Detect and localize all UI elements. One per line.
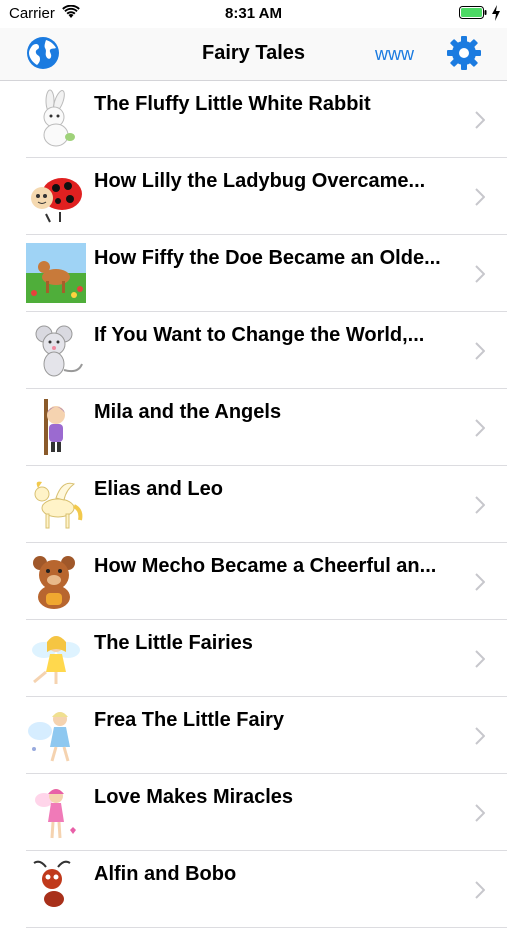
list-item[interactable]: Elias and Leo: [26, 466, 507, 543]
story-title: The Little Fairies: [94, 632, 253, 654]
fairy-pink-icon: [35, 789, 76, 839]
story-title: Frea The Little Fairy: [94, 709, 285, 731]
globe-icon[interactable]: [26, 36, 60, 70]
ant-icon: [33, 860, 71, 907]
bear-icon: [33, 556, 75, 609]
pegasus-icon: [34, 481, 83, 529]
chevron-right-icon: [475, 342, 485, 360]
chevron-right-icon: [475, 265, 485, 283]
rabbit-icon: [43, 89, 75, 147]
story-title: Elias and Leo: [94, 478, 223, 500]
list-item[interactable]: The Little Fairies: [26, 620, 507, 697]
story-list: The Fluffy Little White Rabbit How Lilly…: [0, 81, 507, 928]
list-item[interactable]: The Fluffy Little White Rabbit: [26, 81, 507, 158]
fairy-icon: [32, 636, 80, 684]
story-title: How Mecho Became a Cheerful an...: [94, 555, 437, 577]
story-title: Love Makes Miracles: [94, 786, 293, 808]
story-title: If You Want to Change the World,...: [94, 324, 425, 346]
story-title: The Fluffy Little White Rabbit: [94, 93, 371, 115]
page-title: Fairy Tales: [201, 42, 306, 64]
doe-icon: [26, 243, 86, 303]
chevron-right-icon: [475, 188, 485, 206]
chevron-right-icon: [475, 111, 485, 129]
chevron-right-icon: [475, 727, 485, 745]
list-item[interactable]: Love Makes Miracles: [26, 774, 507, 851]
chevron-right-icon: [475, 573, 485, 591]
ladybug-icon: [31, 178, 82, 223]
gear-icon[interactable]: [446, 35, 482, 71]
list-item[interactable]: How Mecho Became a Cheerful an...: [26, 543, 507, 620]
list-item[interactable]: Mila and the Angels: [26, 389, 507, 466]
website-link[interactable]: www: [375, 44, 414, 65]
list-item[interactable]: If You Want to Change the World,...: [26, 312, 507, 389]
chevron-right-icon: [475, 881, 485, 899]
list-item[interactable]: How Fiffy the Doe Became an Olde...: [26, 235, 507, 312]
list-item[interactable]: Frea The Little Fairy: [26, 697, 507, 774]
story-title: Mila and the Angels: [94, 401, 282, 423]
story-title: How Fiffy the Doe Became an Olde...: [94, 247, 441, 269]
story-title: How Lilly the Ladybug Overcame...: [94, 170, 426, 192]
navigation-bar: Fairy Tales www: [0, 28, 507, 81]
status-bar: Carrier 8:31 AM: [0, 0, 507, 28]
story-title: Alfin and Bobo: [94, 863, 237, 885]
chevron-right-icon: [475, 496, 485, 514]
girl-icon: [44, 399, 65, 455]
mouse-icon: [35, 325, 83, 377]
battery-icon: [459, 6, 487, 19]
chevron-right-icon: [475, 804, 485, 822]
charging-bolt-icon: [492, 5, 500, 21]
status-time: 8:31 AM: [225, 5, 282, 22]
list-item[interactable]: How Lilly the Ladybug Overcame...: [26, 158, 507, 235]
fairy-blue-icon: [28, 712, 70, 762]
list-item[interactable]: Alfin and Bobo: [26, 851, 507, 928]
chevron-right-icon: [475, 419, 485, 437]
chevron-right-icon: [475, 650, 485, 668]
